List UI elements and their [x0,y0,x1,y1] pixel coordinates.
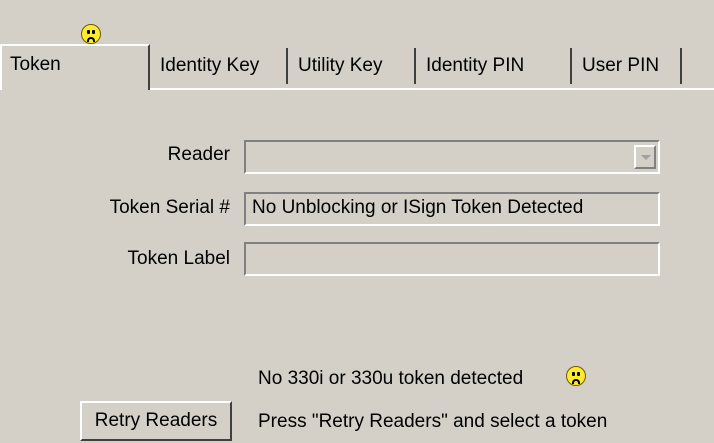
token-label-label: Token Label [127,248,230,269]
token-serial-field: No Unblocking or ISign Token Detected [244,192,660,226]
reader-label: Reader [167,144,230,165]
tab-bar: Token Identity Key Utility Key Identity … [0,44,714,90]
retry-readers-button[interactable]: Retry Readers [80,401,232,441]
tab-divider [148,88,714,90]
tab-identity-key[interactable]: Identity Key [150,48,288,84]
chevron-down-icon[interactable] [634,145,656,169]
token-label-field[interactable] [244,242,660,276]
sad-face-icon [81,24,101,44]
tab-user-pin[interactable]: User PIN [572,48,682,84]
tab-identity-pin[interactable]: Identity PIN [416,48,572,84]
token-serial-label: Token Serial # [109,197,230,218]
tab-token[interactable]: Token [0,44,150,90]
reader-dropdown[interactable] [244,140,660,174]
token-status-text: No 330i or 330u token detected [258,368,524,389]
sad-face-icon [566,366,586,386]
tab-utility-key[interactable]: Utility Key [288,48,416,84]
token-serial-value: No Unblocking or ISign Token Detected [252,197,584,218]
instruction-text: Press "Retry Readers" and select a token [258,411,608,432]
